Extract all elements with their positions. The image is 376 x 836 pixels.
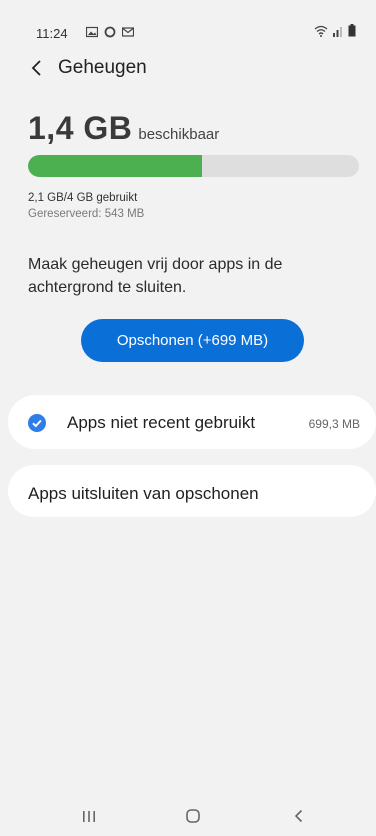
storage-available: 1,4 GB beschikbaar (28, 110, 219, 147)
available-value: 1,4 GB (28, 110, 133, 146)
exclude-apps-label: Apps uitsluiten van opschonen (28, 484, 259, 503)
apps-not-recent-size: 699,3 MB (308, 417, 360, 431)
clean-up-button[interactable]: Opschonen (+699 MB) (81, 319, 304, 362)
exclude-apps-item[interactable]: Apps uitsluiten van opschonen (8, 465, 376, 517)
status-icons-right (314, 24, 356, 42)
battery-icon (348, 24, 356, 42)
mail-icon (121, 25, 135, 37)
storage-progress-fill (28, 155, 202, 177)
available-label: beschikbaar (138, 126, 220, 143)
navigation-bar (0, 796, 376, 836)
image-icon (85, 25, 99, 38)
apps-not-recent-item[interactable]: Apps niet recent gebruikt 699,3 MB (8, 395, 376, 449)
back-arrow-icon (31, 60, 41, 76)
signal-icon (332, 24, 344, 42)
wifi-icon (314, 24, 328, 42)
status-icons-left (85, 25, 135, 38)
reserved-text: Gereserveerd: 543 MB (28, 208, 145, 220)
back-nav-icon[interactable] (289, 806, 309, 826)
page-title: Geheugen (58, 57, 147, 78)
apps-not-recent-label: Apps niet recent gebruikt (67, 413, 256, 432)
description-text: Maak geheugen vrij door apps in de achte… (28, 256, 283, 296)
used-text: 2,1 GB/4 GB gebruikt (28, 192, 138, 204)
storage-progress-bar (28, 155, 359, 177)
home-icon[interactable] (183, 806, 203, 826)
checkbox-checked-icon[interactable] (28, 414, 46, 432)
back-button[interactable] (26, 57, 48, 79)
status-time: 11:24 (36, 26, 68, 41)
header: Geheugen (0, 55, 376, 85)
status-bar: 11:24 (0, 0, 376, 50)
recent-apps-icon[interactable] (79, 806, 99, 826)
circle-icon (104, 25, 116, 38)
